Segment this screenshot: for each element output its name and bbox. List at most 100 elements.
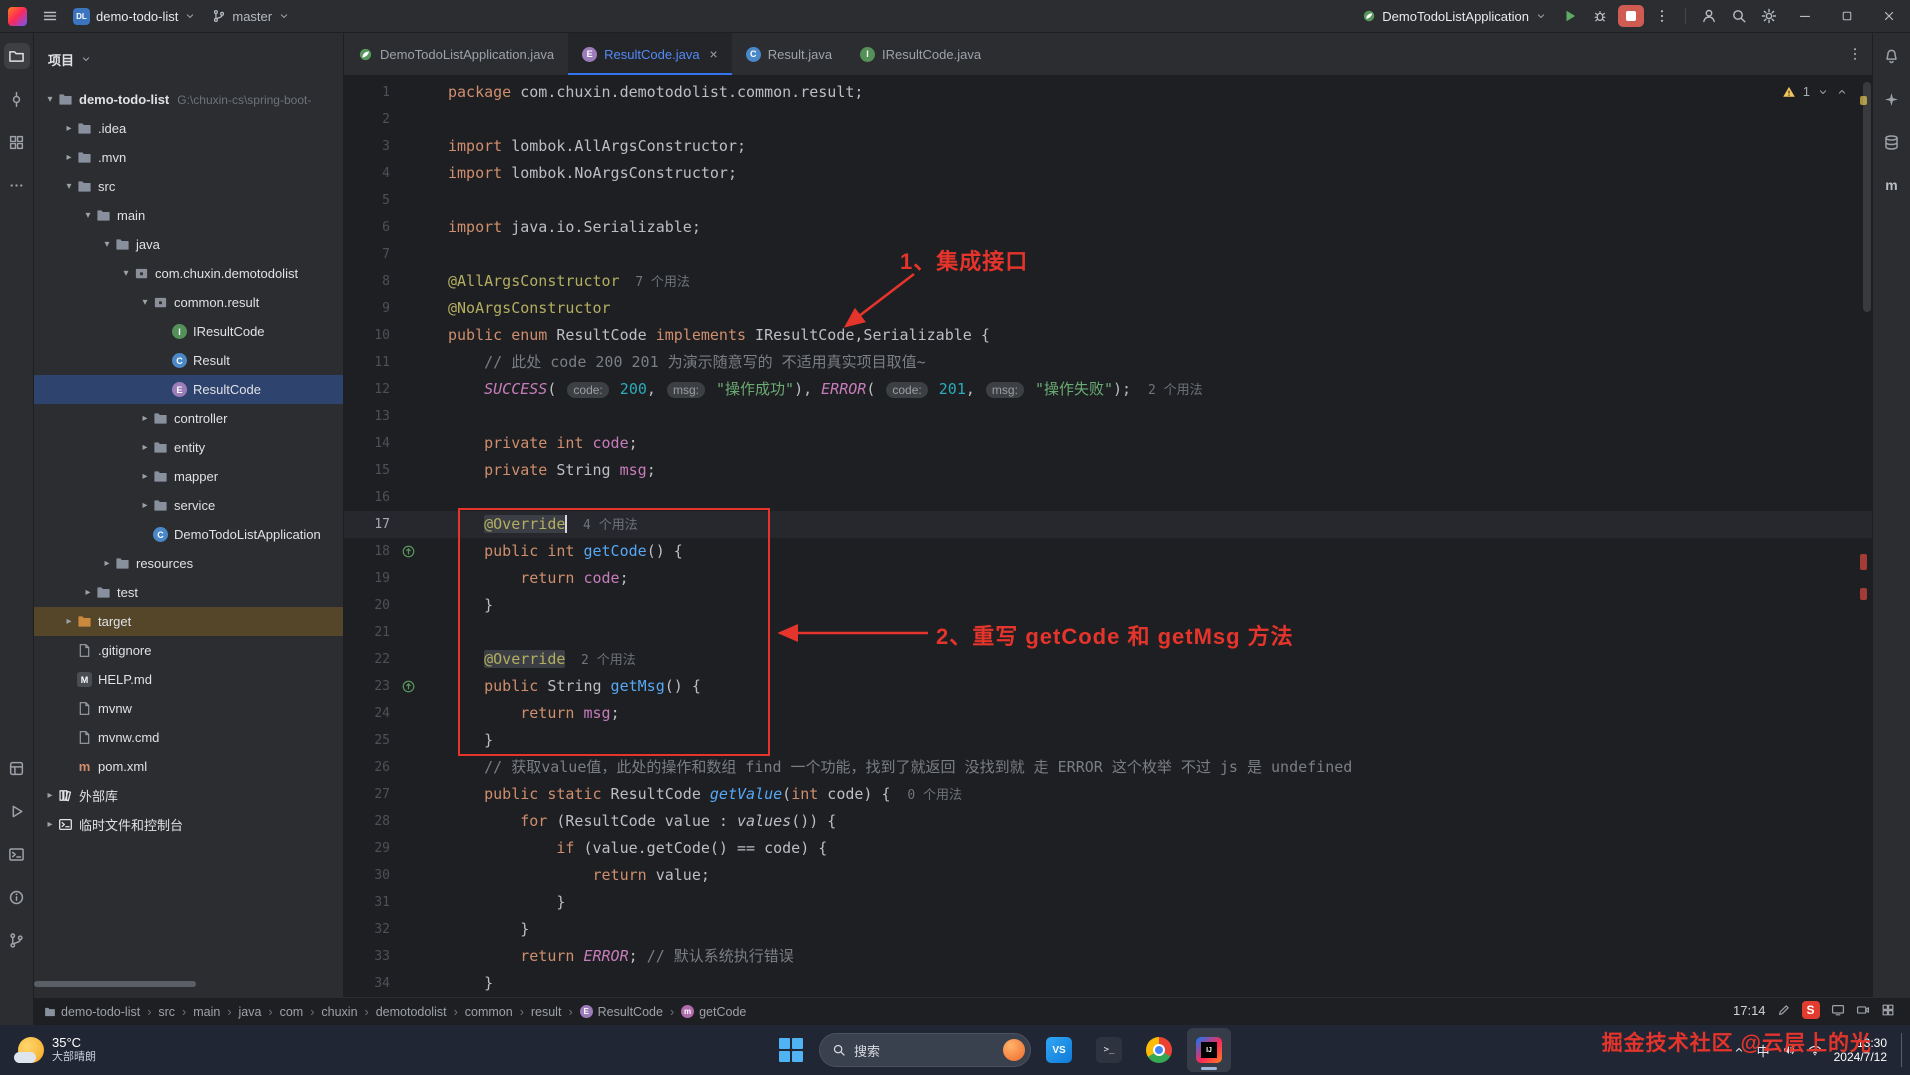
settings-button[interactable] (1754, 3, 1784, 29)
tree-item-外部库[interactable]: ▸ 外部库 (34, 781, 343, 810)
taskbar-search[interactable]: 搜索 (819, 1033, 1031, 1067)
code-line[interactable]: 15 private String msg; (344, 457, 1872, 484)
code-line[interactable]: 8 @AllArgsConstructor 7 个用法 (344, 268, 1872, 295)
chevron-open-icon[interactable]: ▾ (118, 268, 134, 279)
terminal-icon[interactable] (4, 841, 30, 867)
tree-item-test[interactable]: ▸ test (34, 578, 343, 607)
code-line[interactable]: 30 return value; (344, 862, 1872, 889)
tree-item-resources[interactable]: ▸ resources (34, 549, 343, 578)
code-line[interactable]: 21 (344, 619, 1872, 646)
show-desktop-button[interactable] (1901, 1033, 1904, 1067)
code-line[interactable]: 2 (344, 106, 1872, 133)
editor-scrollbar[interactable] (1863, 82, 1871, 312)
chevron-closed-icon[interactable]: ▸ (137, 442, 153, 453)
code-line[interactable]: 20 } (344, 592, 1872, 619)
code-line[interactable]: 23 public String getMsg() { (344, 673, 1872, 700)
maximize-button[interactable] (1826, 0, 1868, 33)
breadcrumb-item-result[interactable]: result (531, 1005, 562, 1019)
tree-item-controller[interactable]: ▸ controller (34, 404, 343, 433)
main-menu-icon[interactable] (35, 3, 65, 29)
tree-item-ResultCode[interactable]: E ResultCode (34, 375, 343, 404)
tree-item-common.result[interactable]: ▾ common.result (34, 288, 343, 317)
start-button[interactable] (769, 1028, 813, 1072)
tab-DemoTodoListApplication.java[interactable]: DemoTodoListApplication.java (344, 33, 568, 75)
breadcrumb-item-com[interactable]: com (280, 1005, 304, 1019)
breadcrumb-item-demo-todo-list[interactable]: demo-todo-list (44, 1005, 140, 1019)
code-line[interactable]: 12 SUCCESS( code: 200, msg: "操作成功"), ERR… (344, 376, 1872, 403)
pen-icon[interactable] (1777, 1003, 1791, 1017)
code-line[interactable]: 27 public static ResultCode getValue(int… (344, 781, 1872, 808)
tree-item-com.chuxin.demotodolist[interactable]: ▾ com.chuxin.demotodolist (34, 259, 343, 288)
chevron-closed-icon[interactable]: ▸ (42, 819, 58, 830)
maven-icon[interactable]: m (1879, 172, 1905, 198)
grid-icon[interactable] (1881, 1003, 1895, 1017)
chevron-closed-icon[interactable]: ▸ (42, 790, 58, 801)
breadcrumb-item-java[interactable]: java (238, 1005, 261, 1019)
minimize-button[interactable] (1784, 0, 1826, 33)
structure-icon[interactable] (4, 129, 30, 155)
run-button[interactable] (1555, 3, 1585, 29)
code-line[interactable]: 28 for (ResultCode value : values()) { (344, 808, 1872, 835)
code-line[interactable]: 5 (344, 187, 1872, 214)
chevron-closed-icon[interactable]: ▸ (99, 558, 115, 569)
breadcrumb-item-src[interactable]: src (158, 1005, 175, 1019)
override-gutter-icon[interactable] (394, 538, 422, 565)
chevron-closed-icon[interactable]: ▸ (61, 616, 77, 627)
tree-item-.idea[interactable]: ▸ .idea (34, 114, 343, 143)
tab-Result.java[interactable]: C Result.java (732, 33, 846, 75)
chevron-open-icon[interactable]: ▾ (80, 210, 96, 221)
monitor-icon[interactable] (1831, 1003, 1845, 1017)
chevron-open-icon[interactable]: ▾ (99, 239, 115, 250)
inspection-widget[interactable]: 1 (1782, 84, 1848, 99)
code-line[interactable]: 33 return ERROR; // 默认系统执行错误 (344, 943, 1872, 970)
code-line[interactable]: 7 (344, 241, 1872, 268)
tree-item-HELP.md[interactable]: M HELP.md (34, 665, 343, 694)
close-tab-icon[interactable]: × (710, 46, 718, 62)
sogou-badge-icon[interactable]: S (1801, 1001, 1820, 1019)
tree-item-临时文件和控制台[interactable]: ▸ 临时文件和控制台 (34, 810, 343, 839)
code-editor[interactable]: 1 package com.chuxin.demotodolist.common.… (344, 76, 1872, 997)
override-gutter-icon[interactable] (394, 673, 422, 700)
code-line[interactable]: 11 // 此处 code 200 201 为演示随意写的 不适用真实项目取值~ (344, 349, 1872, 376)
chevron-closed-icon[interactable]: ▸ (137, 413, 153, 424)
run-config-selector[interactable]: DemoTodoListApplication (1354, 3, 1555, 29)
prev-problem-icon[interactable] (1836, 86, 1848, 98)
version-control-icon[interactable] (4, 927, 30, 953)
chrome-app-button[interactable] (1137, 1028, 1181, 1072)
code-line[interactable]: 19 return code; (344, 565, 1872, 592)
code-line[interactable]: 9 @NoArgsConstructor (344, 295, 1872, 322)
chevron-open-icon[interactable]: ▾ (61, 181, 77, 192)
terminal-app-button[interactable]: >_ (1087, 1028, 1131, 1072)
code-line[interactable]: 10 public enum ResultCode implements IRes… (344, 322, 1872, 349)
vscode-app-button[interactable] (1037, 1028, 1081, 1072)
intellij-app-button[interactable]: IJ (1187, 1028, 1231, 1072)
tab-ResultCode.java[interactable]: E ResultCode.java × (568, 33, 732, 75)
tree-item-entity[interactable]: ▸ entity (34, 433, 343, 462)
next-problem-icon[interactable] (1817, 86, 1829, 98)
breadcrumb-item-chuxin[interactable]: chuxin (321, 1005, 357, 1019)
code-line[interactable]: 22 @Override 2 个用法 (344, 646, 1872, 673)
chevron-open-icon[interactable]: ▾ (42, 94, 58, 105)
problems-icon[interactable] (4, 884, 30, 910)
user-account-button[interactable] (1694, 3, 1724, 29)
code-line[interactable]: 18 public int getCode() { (344, 538, 1872, 565)
code-line[interactable]: 32 } (344, 916, 1872, 943)
tree-item-src[interactable]: ▾ src (34, 172, 343, 201)
tree-item-target[interactable]: ▸ target (34, 607, 343, 636)
chevron-open-icon[interactable]: ▾ (137, 297, 153, 308)
notifications-icon[interactable] (1879, 43, 1905, 69)
tree-item-IResultCode[interactable]: I IResultCode (34, 317, 343, 346)
more-actions-button[interactable] (1647, 3, 1677, 29)
code-line[interactable]: 25 } (344, 727, 1872, 754)
code-line[interactable]: 26 // 获取value值，此处的操作和数组 find 一个功能，找到了就返回… (344, 754, 1872, 781)
code-line[interactable]: 13 (344, 403, 1872, 430)
ai-assistant-icon[interactable] (1879, 86, 1905, 112)
weather-widget[interactable]: 35°C 大部晴朗 (8, 1025, 106, 1075)
project-tree-scrollbar[interactable] (34, 981, 196, 987)
chevron-closed-icon[interactable]: ▸ (61, 152, 77, 163)
code-line[interactable]: 24 return msg; (344, 700, 1872, 727)
project-panel-header[interactable]: 项目 (34, 33, 343, 85)
tree-item-.mvn[interactable]: ▸ .mvn (34, 143, 343, 172)
project-selector[interactable]: DL demo-todo-list (65, 3, 204, 29)
commit-icon[interactable] (4, 86, 30, 112)
